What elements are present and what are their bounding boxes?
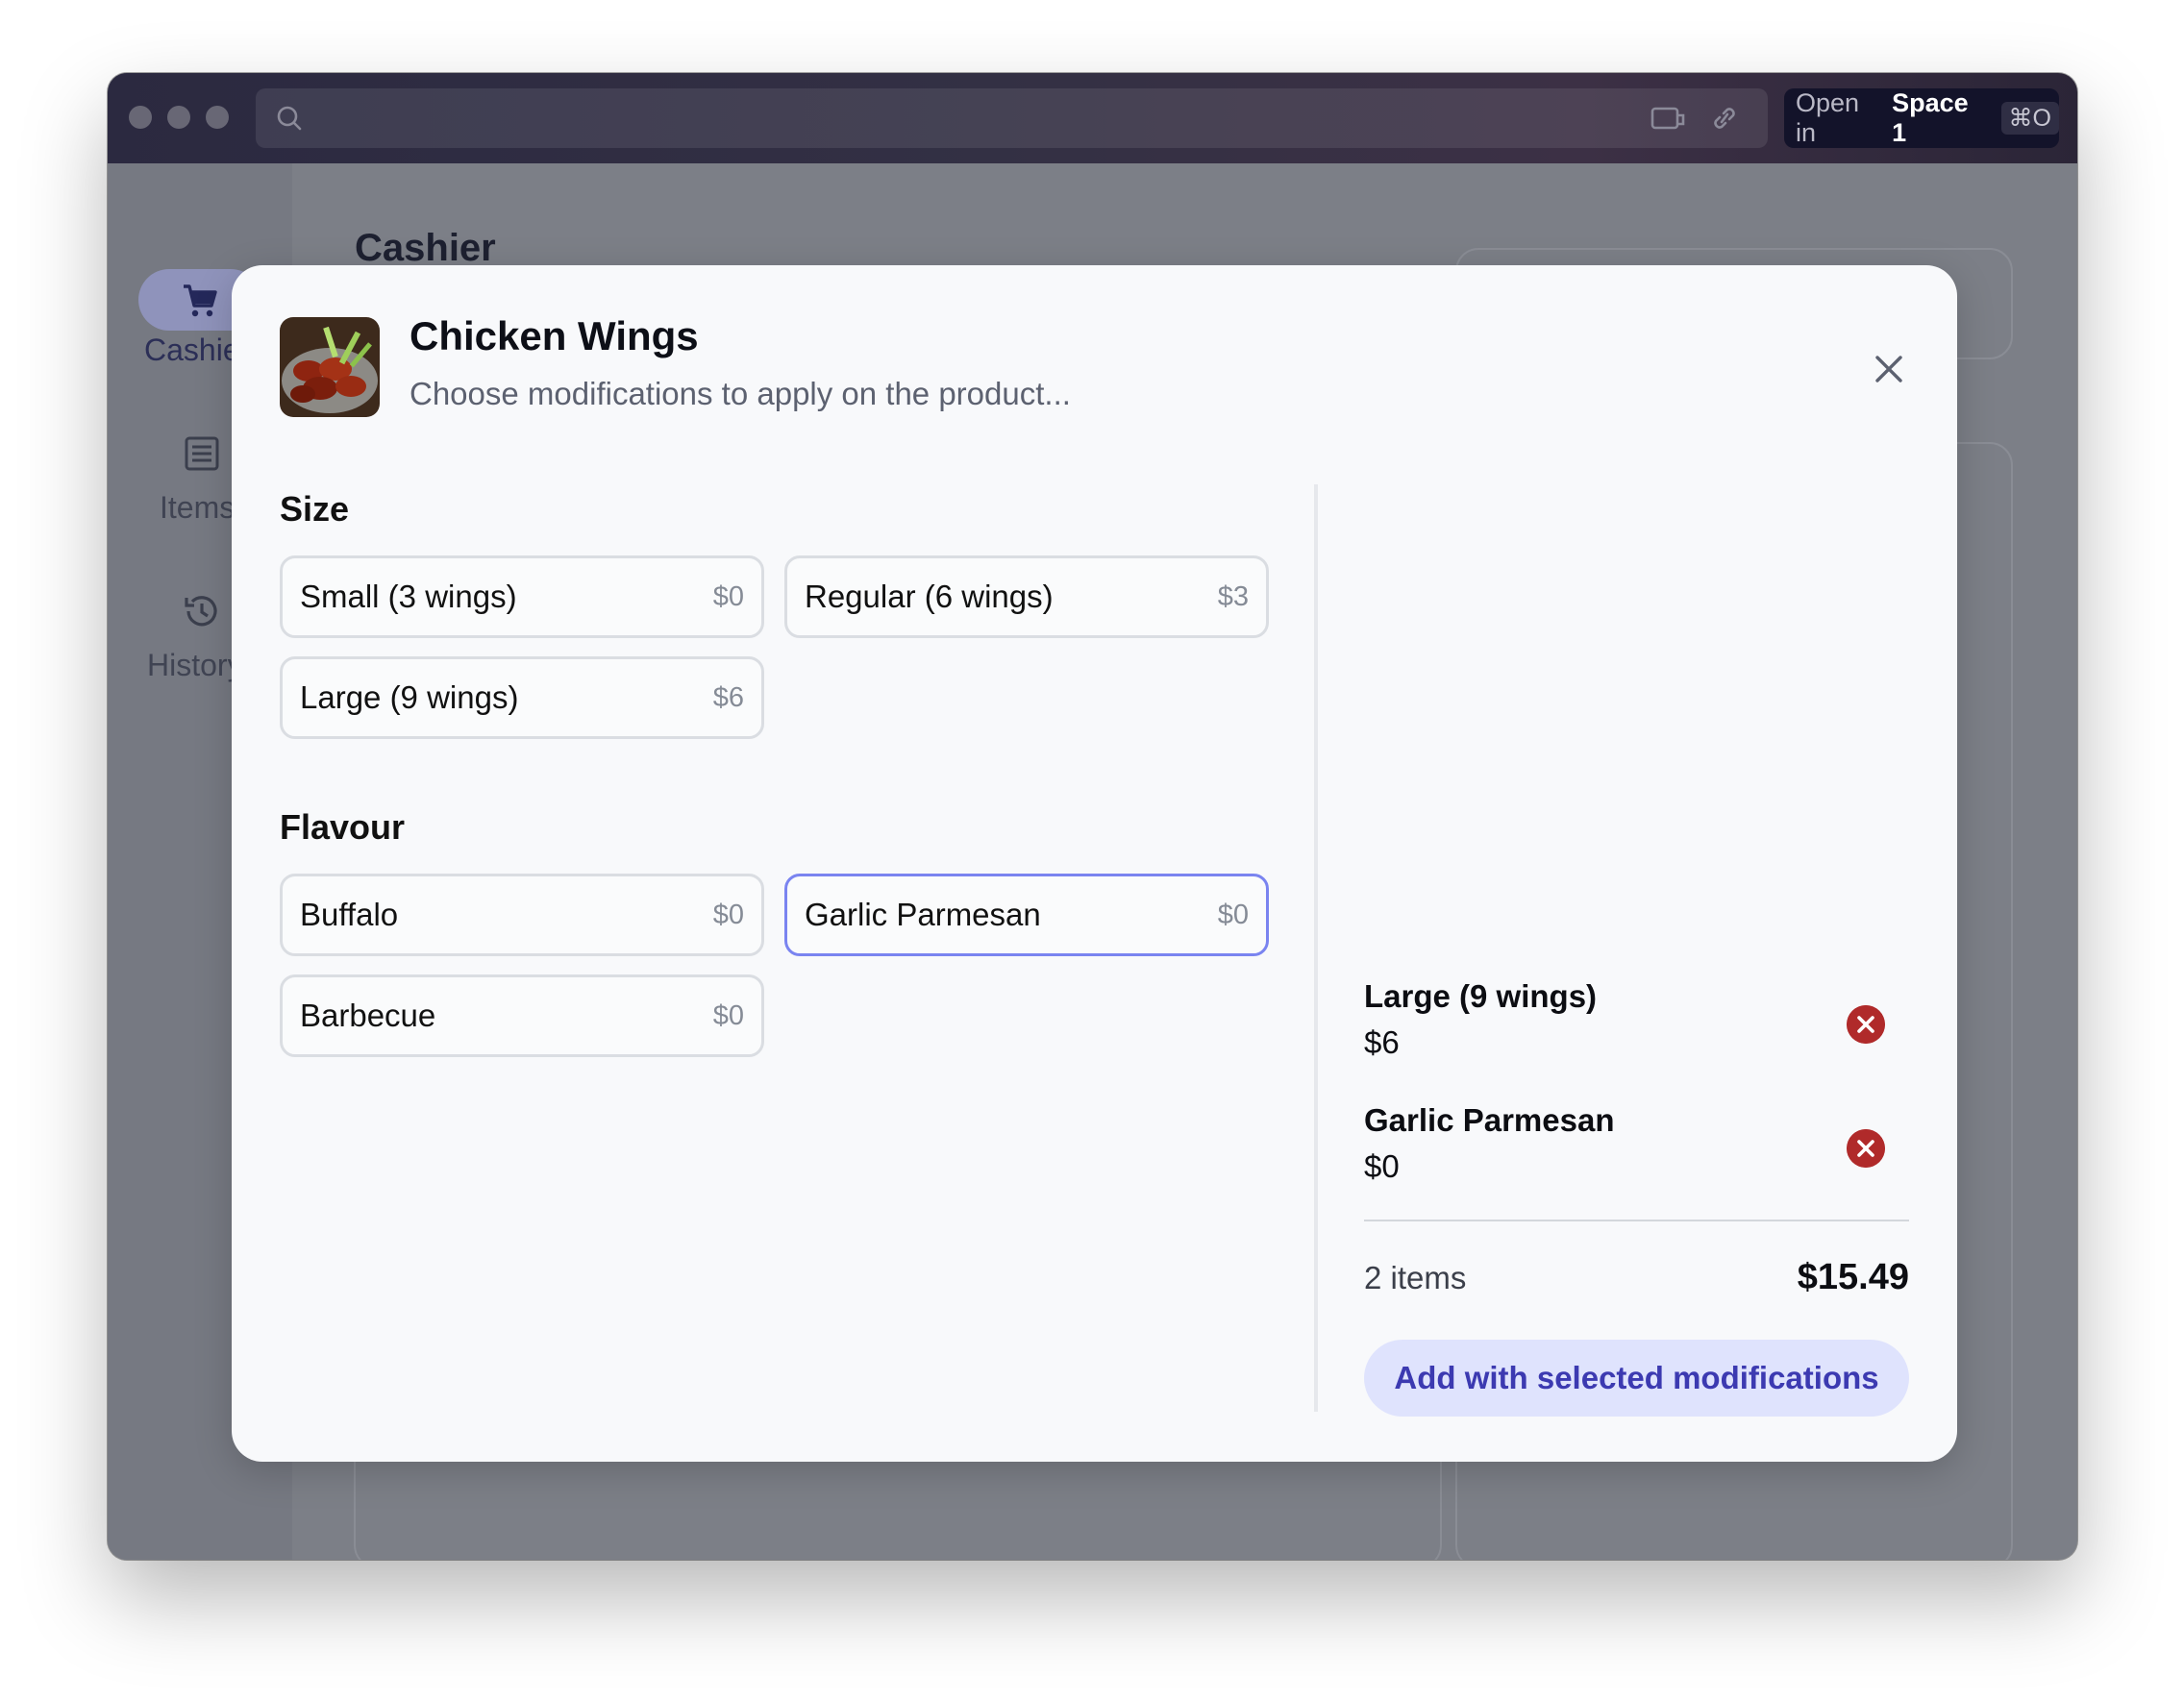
option-label: Buffalo bbox=[300, 897, 399, 932]
option-label: Small (3 wings) bbox=[300, 579, 517, 614]
section-title-size: Size bbox=[280, 489, 350, 529]
option-regular-6-wings[interactable]: Regular (6 wings) $3 bbox=[784, 555, 1269, 638]
option-price: $3 bbox=[1217, 580, 1249, 612]
chicken-wings-image bbox=[280, 317, 380, 417]
section-title-flavour: Flavour bbox=[280, 807, 406, 847]
option-label: Regular (6 wings) bbox=[805, 579, 1054, 614]
option-price: $6 bbox=[712, 681, 744, 713]
open-in-prefix: Open in bbox=[1796, 88, 1860, 147]
summary-divider bbox=[1364, 1220, 1909, 1221]
product-thumbnail bbox=[280, 317, 380, 417]
link-icon[interactable] bbox=[1709, 104, 1740, 133]
open-in-shortcut: ⌘O bbox=[2000, 102, 2059, 135]
option-price: $0 bbox=[1217, 899, 1249, 930]
modifications-dialog: Chicken Wings Choose modifications to ap… bbox=[232, 265, 1957, 1462]
option-price: $0 bbox=[712, 580, 744, 612]
open-in-space-button[interactable]: Open in Space 1 ⌘O bbox=[1784, 88, 2059, 148]
option-price: $0 bbox=[712, 999, 744, 1031]
picture-in-picture-icon[interactable] bbox=[1650, 104, 1686, 133]
option-label: Garlic Parmesan bbox=[805, 897, 1041, 932]
window-close-dot[interactable] bbox=[129, 106, 152, 129]
option-barbecue[interactable]: Barbecue $0 bbox=[280, 974, 764, 1057]
sidebar-item-label[interactable]: History bbox=[147, 648, 243, 683]
remove-mod-icon[interactable] bbox=[1847, 1129, 1885, 1168]
browser-toolbar: Open in Space 1 ⌘O bbox=[108, 73, 2077, 163]
cart-icon bbox=[184, 284, 217, 317]
item-count: 2 items bbox=[1364, 1260, 1467, 1295]
window-zoom-dot[interactable] bbox=[206, 106, 229, 129]
option-small-3-wings[interactable]: Small (3 wings) $0 bbox=[280, 555, 764, 638]
selected-mod-price: $0 bbox=[1364, 1148, 1400, 1184]
url-bar[interactable] bbox=[256, 88, 1768, 148]
option-label: Barbecue bbox=[300, 998, 436, 1033]
option-price: $0 bbox=[712, 899, 744, 930]
selected-mod-price: $6 bbox=[1364, 1024, 1400, 1060]
selected-mod-name: Garlic Parmesan bbox=[1364, 1102, 1615, 1138]
option-label: Large (9 wings) bbox=[300, 679, 519, 715]
selected-mod-name: Large (9 wings) bbox=[1364, 978, 1598, 1014]
remove-mod-icon[interactable] bbox=[1847, 1005, 1885, 1044]
option-large-9-wings[interactable]: Large (9 wings) $6 bbox=[280, 656, 764, 739]
window-minimize-dot[interactable] bbox=[167, 106, 190, 129]
product-title: Chicken Wings bbox=[410, 313, 699, 358]
search-icon bbox=[277, 106, 302, 131]
history-icon[interactable] bbox=[181, 590, 223, 632]
option-garlic-parmesan[interactable]: Garlic Parmesan $0 bbox=[784, 874, 1269, 956]
dialog-subtitle: Choose modifications to apply on the pro… bbox=[410, 376, 1071, 411]
page-title: Cashier bbox=[355, 227, 496, 269]
add-with-modifications-button[interactable]: Add with selected modifications bbox=[1364, 1340, 1909, 1417]
option-buffalo[interactable]: Buffalo $0 bbox=[280, 874, 764, 956]
list-icon[interactable] bbox=[183, 434, 221, 473]
total-price: $15.49 bbox=[1797, 1257, 1909, 1297]
close-icon[interactable] bbox=[1870, 350, 1908, 388]
open-in-space-name: Space 1 bbox=[1892, 88, 1969, 147]
panel-divider bbox=[1314, 484, 1318, 1412]
sidebar-item-label[interactable]: Items bbox=[160, 490, 235, 526]
